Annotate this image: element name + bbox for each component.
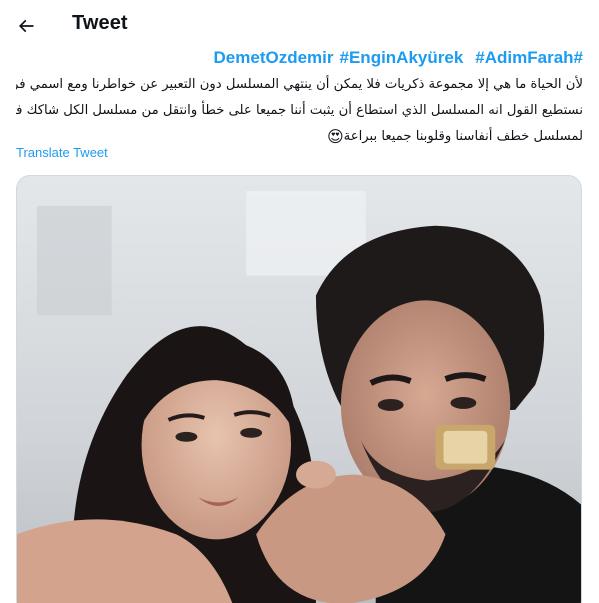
- hashtag-link[interactable]: #EnginAkyürek: [340, 48, 464, 67]
- hashtag-link[interactable]: #AdimFarah: [475, 48, 573, 67]
- hashtag-row: #DemetOzdemir#EnginAkyürek #AdimFarah: [16, 46, 583, 70]
- top-bar: Tweet: [0, 0, 599, 52]
- photo-illustration: [17, 176, 581, 603]
- tweet-line: لأن الحياة ما هي إلا مجموعة ذكريات فلا ي…: [16, 77, 583, 92]
- tweet-photo[interactable]: [16, 175, 582, 603]
- translate-tweet-link[interactable]: Translate Tweet: [16, 145, 108, 160]
- back-button[interactable]: [8, 8, 44, 44]
- heart-eyes-emoji: 😍: [326, 127, 344, 146]
- tweet-line-text: لمسلسل خطف أنفاسنا وقلوبنا جميعا ببراعة: [343, 129, 583, 144]
- tweet-body-text: لأن الحياة ما هي إلا مجموعة ذكريات فلا ي…: [16, 72, 583, 150]
- page-title: Tweet: [72, 12, 128, 34]
- tweet-line: نستطيع القول انه المسلسل الذي استطاع أن …: [16, 103, 583, 118]
- tweet-text: #DemetOzdemir#EnginAkyürek #AdimFarah لأن…: [16, 46, 583, 150]
- arrow-left-icon: [18, 19, 34, 33]
